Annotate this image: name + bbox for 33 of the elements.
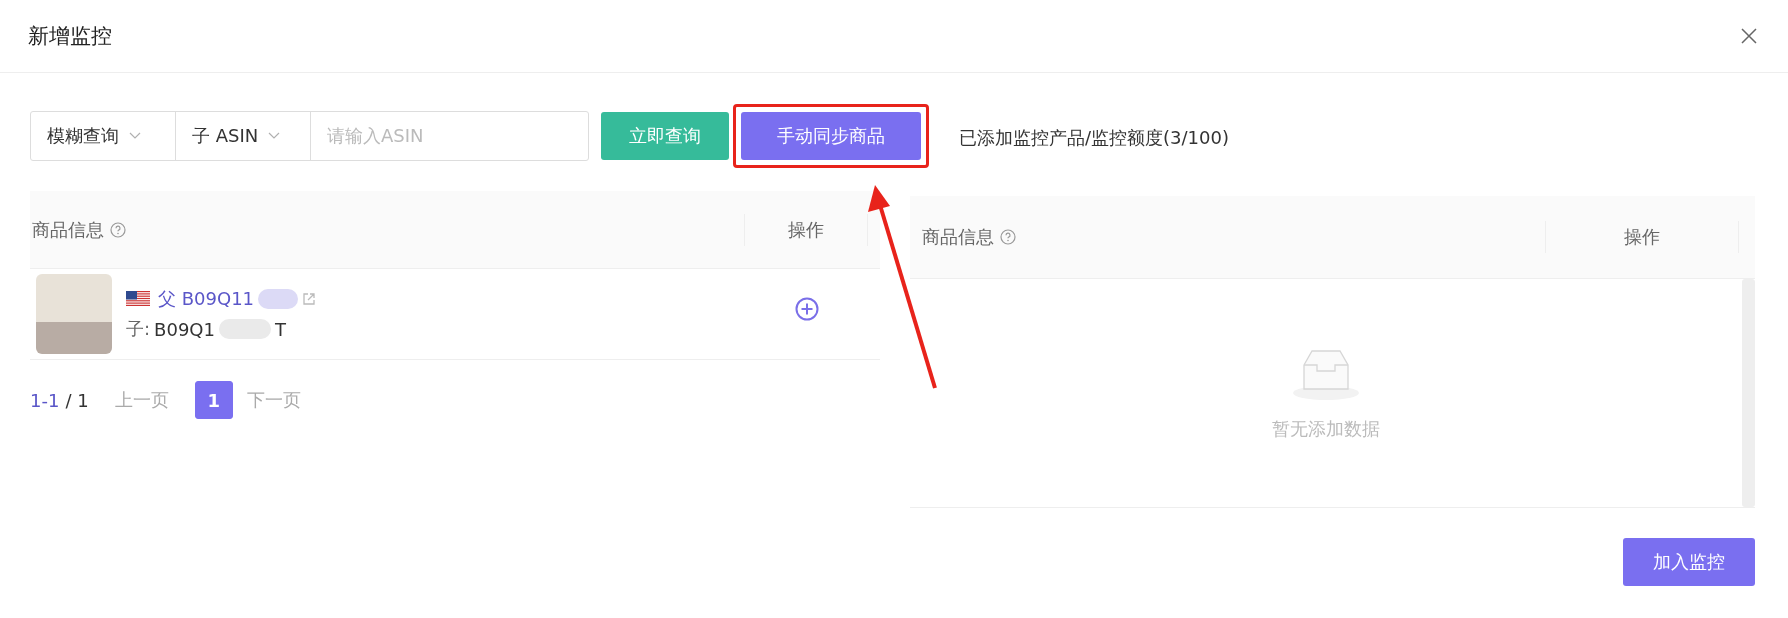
asin-type-select[interactable]: 子 ASIN [192, 123, 259, 148]
flag-icon [126, 291, 150, 307]
previous-page-button[interactable]: 上一页 [114, 388, 169, 412]
column-header: 商品信息 [922, 225, 994, 249]
chevron-down-icon [268, 131, 281, 140]
close-icon [1740, 27, 1758, 45]
blurred-block [258, 289, 299, 309]
query-button[interactable]: 立即查询 [601, 111, 729, 160]
child-asin-end: T [274, 318, 286, 340]
search-control[interactable]: 模糊查询 子 ASIN 请输入ASIN [30, 110, 589, 161]
empty-state-text: 暂无添加数据 [1272, 417, 1380, 441]
page-total: / 1 [65, 389, 89, 411]
help-icon [110, 221, 126, 238]
chevron-down-icon [129, 131, 141, 140]
next-page-button[interactable]: 下一页 [246, 388, 301, 412]
sync-products-button[interactable]: 手动同步商品 [741, 111, 921, 160]
add-monitor-button[interactable]: 加入监控 [1623, 538, 1755, 586]
child-asin: B09Q1 [154, 318, 215, 340]
page-number-button[interactable]: 1 [194, 381, 233, 419]
search-mode-select[interactable]: 模糊查询 [47, 123, 119, 148]
add-button[interactable] [795, 297, 819, 321]
page-range: 1-1 [30, 389, 60, 411]
column-header: 商品信息 [32, 217, 104, 242]
help-icon [1000, 229, 1016, 245]
column-header: 操作 [788, 217, 824, 242]
column-header: 操作 [1624, 225, 1660, 249]
child-label: 子: [126, 317, 151, 341]
plus-circle-icon [795, 297, 819, 321]
asin-input-field[interactable]: 请输入ASIN [311, 111, 588, 160]
external-link-icon [302, 292, 317, 306]
dialog-title: 新增监控 [28, 23, 112, 50]
parent-asin-link[interactable]: 父 B09Q11 [158, 287, 255, 311]
quota-text: 已添加监控产品/监控额度(3/100) [959, 125, 1229, 150]
